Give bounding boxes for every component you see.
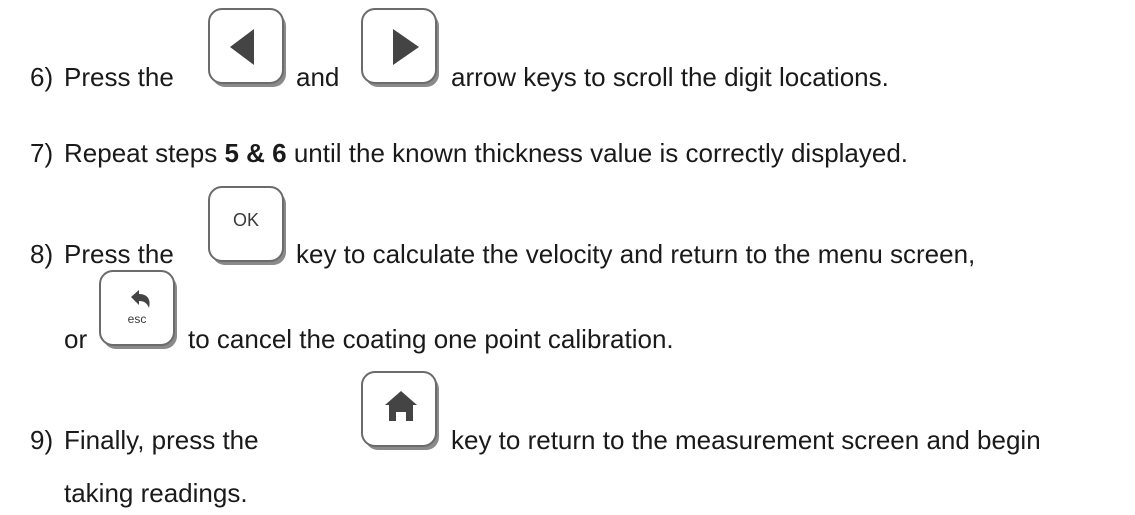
step-7-text-pre: Repeat steps (64, 138, 218, 168)
back-arrow-icon (131, 290, 150, 308)
step-9-text-post: key to return to the measurement screen … (451, 425, 1041, 455)
step-8-text-post: key to calculate the velocity and return… (296, 239, 976, 269)
step-6-text-pre: Press the (64, 62, 174, 92)
home-key (361, 371, 437, 447)
step-9-number: 9) (30, 425, 54, 455)
step-6-number: 6) (30, 62, 54, 92)
step-6-text-mid: and (296, 62, 340, 92)
right-arrow-icon (393, 29, 419, 65)
left-arrow-icon (230, 29, 254, 65)
left-arrow-key (208, 8, 284, 84)
step-8-line2-pre: or (64, 324, 88, 354)
step-7-text: Repeat steps 5 & 6 until the known thick… (64, 138, 908, 168)
esc-key-label: esc (127, 312, 147, 326)
step-7-text-post: until the known thickness value is corre… (293, 138, 909, 168)
step-9-line2: taking readings. (64, 478, 248, 508)
ok-key-label: OK (232, 210, 259, 230)
step-8-number: 8) (30, 239, 54, 269)
right-arrow-key (361, 8, 437, 84)
step-7-bold: 5 & 6 (224, 138, 287, 168)
home-icon (385, 391, 417, 421)
step-7-number: 7) (30, 138, 54, 168)
step-6-text-post: arrow keys to scroll the digit locations… (451, 62, 889, 92)
step-9-text-pre: Finally, press the (64, 425, 259, 455)
ok-key: OK (208, 186, 284, 262)
step-8-line2-post: to cancel the coating one point calibrat… (188, 324, 674, 354)
esc-key: esc (99, 270, 175, 346)
step-8-text-pre: Press the (64, 239, 174, 269)
